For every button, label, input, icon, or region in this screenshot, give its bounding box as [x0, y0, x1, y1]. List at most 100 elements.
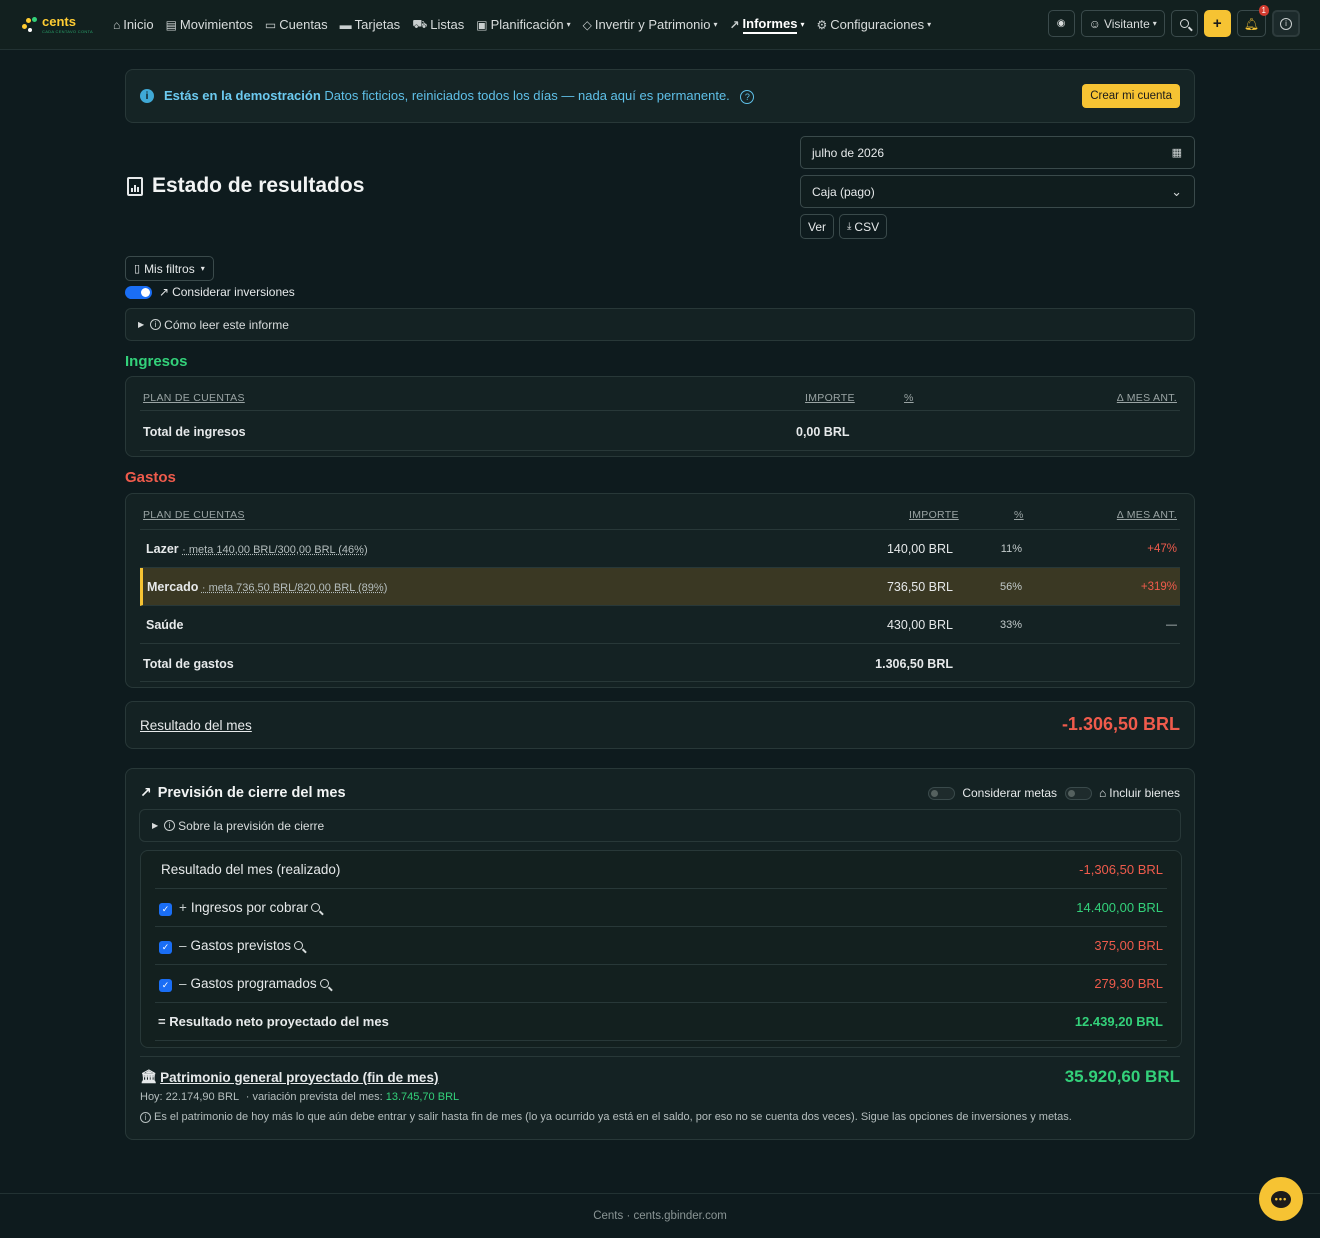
row-sign: – [179, 976, 187, 991]
net-label: = Resultado neto proyectado del mes [158, 1014, 389, 1029]
patrimony-value: 35.920,60 BRL [1064, 1067, 1180, 1086]
expense-goal: · meta 140,00 BRL/300,00 BRL (46%) [182, 544, 368, 556]
my-filters-button[interactable]: ▯ Mis filtros ▾ [125, 256, 214, 281]
privacy-toggle-button[interactable]: ◉ [1047, 10, 1075, 37]
expense-row[interactable]: Mercado · meta 736,50 BRL/820,00 BRL (89… [140, 568, 1180, 606]
nav-item-inicio[interactable]: ⌂ Inicio [107, 0, 160, 50]
create-account-button[interactable]: Crear mi cuenta [1082, 84, 1180, 108]
footer-text[interactable]: Cents · cents.gbinder.com [593, 1210, 727, 1222]
search-icon[interactable] [294, 941, 304, 950]
info-button[interactable]: i [1272, 10, 1300, 37]
nav-label: Configuraciones [830, 17, 925, 32]
nav-menu: ⌂ Inicio ▤ Movimientos ▭ Cuentas ▬ Tarjetas ⛟ Lis… [107, 0, 937, 50]
expense-row[interactable]: Saúde 430,00 BRL 33% — [140, 606, 1180, 644]
assets-toggle[interactable] [1065, 786, 1093, 800]
goals-toggle[interactable] [928, 786, 956, 800]
row-label: Ingresos por cobrar [190, 900, 308, 915]
col-pct[interactable]: % [1014, 509, 1024, 521]
search-icon[interactable] [310, 903, 320, 912]
nav-label: Tarjetas [354, 17, 401, 32]
checkbox[interactable]: ✓ [159, 902, 172, 916]
about-forecast-details[interactable]: ▶ i Sobre la previsión de cierre [139, 809, 1181, 842]
question-circle-icon[interactable]: ? [740, 90, 755, 104]
realized-label: Resultado del mes (realizado) [161, 862, 341, 877]
search-button[interactable] [1170, 10, 1198, 37]
income-total-label: Total de ingresos [143, 425, 246, 439]
cart-icon: ⛟ [412, 16, 428, 31]
patrimony-label[interactable]: Patrimonio general proyectado (fin de me… [160, 1070, 438, 1085]
expense-pct: 11% [1000, 543, 1022, 555]
gem-icon: ◇ [582, 17, 592, 32]
how-to-read-details[interactable]: ▶ i Cómo leer este informe [125, 308, 1195, 341]
expense-row[interactable]: Lazer · meta 140,00 BRL/300,00 BRL (46%)… [140, 530, 1180, 568]
col-amount[interactable]: IMPORTE [805, 392, 855, 404]
nav-item-cuentas[interactable]: ▭ Cuentas [259, 0, 334, 50]
row-sign: – [179, 938, 187, 953]
forecast-row: ✓ – Gastos programados 279,30 BRL [155, 965, 1167, 1003]
investments-toggle-row: ↗ Considerar inversiones [125, 285, 295, 299]
forecast-title: ↗ Previsión de cierre del mes [140, 784, 346, 801]
forecast-breakdown: Resultado del mes (realizado) -1,306,50 … [140, 850, 1182, 1048]
chat-bubble-icon: ••• [1271, 1190, 1291, 1208]
demo-message: Datos ficticios, reiniciados todos los d… [324, 88, 730, 103]
report-icon [127, 176, 143, 196]
income-section-title: Ingresos [125, 353, 188, 370]
about-forecast-label: Sobre la previsión de cierre [178, 818, 325, 833]
brand-name: cents [42, 14, 76, 29]
demo-banner: i Estás en la demostración Datos fictici… [125, 69, 1195, 123]
caret-down-icon: ▾ [713, 20, 718, 29]
col-account[interactable]: PLAN DE CUENTAS [143, 509, 245, 521]
credit-card-icon: ▬ [339, 17, 352, 32]
chevron-down-icon: ▾ [1152, 19, 1157, 28]
row-label: Gastos programados [190, 976, 317, 991]
expense-name: Mercado [147, 580, 199, 594]
home-icon: ⌂ [112, 17, 121, 32]
nav-item-movimientos[interactable]: ▤ Movimientos [160, 0, 259, 50]
col-pct[interactable]: % [904, 392, 914, 404]
chat-button[interactable]: ••• [1259, 1177, 1303, 1221]
logo-icon [20, 16, 38, 34]
user-menu-button[interactable]: ☺ Visitante ▾ [1080, 10, 1165, 37]
basis-select[interactable]: Caja (pago) ⌄ [800, 175, 1195, 208]
checkbox[interactable]: ✓ [159, 978, 172, 992]
col-amount[interactable]: IMPORTE [909, 509, 959, 521]
col-delta[interactable]: Δ MES ANT. [1117, 392, 1177, 404]
expense-amount: 430,00 BRL [886, 618, 953, 632]
demo-title: Estás en la demostración [164, 88, 321, 103]
quick-add-button[interactable]: + [1203, 10, 1231, 37]
checkbox[interactable]: ✓ [159, 940, 172, 954]
csv-button[interactable]: ⤓ CSV [839, 214, 888, 239]
row-sign: + [179, 900, 187, 915]
expense-category: Mercado · meta 736,50 BRL/820,00 BRL (89… [147, 580, 387, 594]
bookmark-icon: ▯ [134, 263, 141, 275]
notifications-button[interactable]: 🔔︎ 1 [1236, 5, 1269, 37]
expenses-section-title: Gastos [125, 469, 176, 486]
view-button[interactable]: Ver [800, 214, 835, 239]
assets-icon: ⌂ [1099, 786, 1107, 800]
month-result-label[interactable]: Resultado del mes [140, 718, 252, 733]
nav-item-informes[interactable]: ↗ Informes ▾ [723, 0, 810, 50]
income-total-value: 0,00 BRL [796, 425, 850, 439]
variation-value: 13.745,70 BRL [385, 1091, 460, 1103]
nav-item-listas[interactable]: ⛟ Listas [406, 0, 470, 50]
chevron-down-icon: ⌄ [1171, 183, 1182, 199]
brand-logo[interactable]: cents CADA CENTAVO CONTA [20, 15, 93, 34]
col-account[interactable]: PLAN DE CUENTAS [143, 392, 245, 404]
list-icon: ▤ [165, 17, 177, 32]
forecast-card: ↗ Previsión de cierre del mes Considerar… [125, 768, 1195, 1140]
investments-toggle[interactable] [125, 285, 152, 299]
col-delta[interactable]: Δ MES ANT. [1117, 509, 1177, 521]
nav-item-invertir[interactable]: ◇ Invertir y Patrimonio ▾ [577, 0, 724, 50]
net-row: = Resultado neto proyectado del mes 12.4… [155, 1003, 1167, 1041]
nav-item-planificacion[interactable]: ▣ Planificación ▾ [470, 0, 576, 50]
variation-label: · variación prevista del mes: [245, 1091, 383, 1103]
expense-goal: · meta 736,50 BRL/820,00 BRL (89%) [201, 582, 388, 594]
nav-item-configuraciones[interactable]: ⚙ Configuraciones ▾ [810, 0, 937, 50]
wallet-icon: ▭ [264, 17, 277, 32]
bank-icon: 🏛︎ [140, 1069, 158, 1084]
search-icon[interactable] [319, 979, 329, 988]
nav-item-tarjetas[interactable]: ▬ Tarjetas [334, 0, 407, 50]
expense-delta: +47% [1147, 543, 1177, 555]
month-picker[interactable]: julho de 2026 ▦ [800, 136, 1195, 169]
user-label: Visitante [1103, 16, 1150, 31]
